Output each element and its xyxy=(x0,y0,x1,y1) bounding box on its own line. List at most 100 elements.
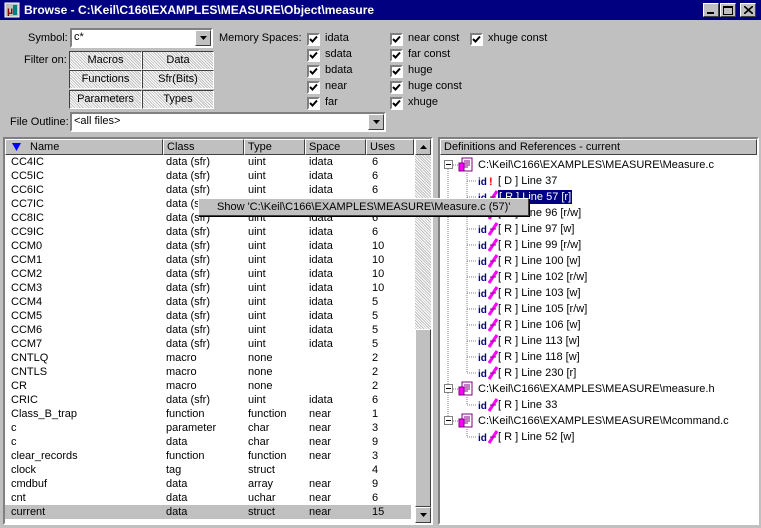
file-outline-dropdown-button[interactable] xyxy=(368,114,384,130)
table-cell: data (sfr) xyxy=(166,170,211,182)
memory-checkbox[interactable] xyxy=(470,33,483,46)
reference-item[interactable]: [ R ] Line 33 xyxy=(498,398,557,412)
memory-checkbox[interactable] xyxy=(307,65,320,78)
reference-item[interactable]: [ D ] Line 37 xyxy=(498,174,557,188)
svg-text:!: ! xyxy=(489,176,493,188)
reference-item[interactable]: [ R ] Line 100 [w] xyxy=(498,254,581,268)
file-outline-combobox[interactable]: <all files> xyxy=(70,112,386,132)
table-row[interactable]: CC9IC data (sfr) uint idata 6 xyxy=(5,225,411,239)
filter-types-button[interactable]: Types xyxy=(142,90,214,109)
table-row[interactable]: CCM4 data (sfr) uint idata 5 xyxy=(5,295,411,309)
memory-checkbox[interactable] xyxy=(390,81,403,94)
collapse-button[interactable] xyxy=(444,384,453,396)
reference-item[interactable]: [ R ] Line 105 [r/w] xyxy=(498,302,587,316)
table-cell: uchar xyxy=(248,492,276,504)
memory-checkbox[interactable] xyxy=(390,33,403,46)
reference-item[interactable]: [ R ] Line 52 [w] xyxy=(498,430,574,444)
table-cell: data (sfr) xyxy=(166,324,211,336)
svg-text:id: id xyxy=(478,369,487,380)
table-cell: CR xyxy=(11,380,27,392)
column-header-name[interactable]: Name xyxy=(5,139,163,155)
minimize-button[interactable] xyxy=(703,3,719,17)
source-file-name[interactable]: C:\Keil\C166\EXAMPLES\MEASURE\Measure.c xyxy=(478,158,714,172)
reference-item[interactable]: [ R ] Line 102 [r/w] xyxy=(498,270,587,284)
svg-text:id: id xyxy=(478,305,487,316)
symbol-list-panel[interactable]: Name Class Type Space Uses CC4IC data (sf… xyxy=(3,137,433,525)
table-row[interactable]: clock tag struct 4 xyxy=(5,463,411,477)
table-row[interactable]: CCM2 data (sfr) uint idata 10 xyxy=(5,267,411,281)
table-row[interactable]: CR macro none 2 xyxy=(5,379,411,393)
table-row[interactable]: current data struct near 15 xyxy=(5,505,411,519)
table-row[interactable]: CCM5 data (sfr) uint idata 5 xyxy=(5,309,411,323)
memory-checkbox[interactable] xyxy=(307,81,320,94)
minus-icon xyxy=(444,160,453,169)
table-row[interactable]: cmdbuf data array near 9 xyxy=(5,477,411,491)
table-cell: idata xyxy=(309,240,333,252)
table-row[interactable]: CC5IC data (sfr) uint idata 6 xyxy=(5,169,411,183)
table-cell: 6 xyxy=(372,170,379,182)
table-row[interactable]: CCM7 data (sfr) uint idata 5 xyxy=(5,337,411,351)
filter-macros-button[interactable]: Macros xyxy=(69,51,142,70)
reference-item[interactable]: [ R ] Line 103 [w] xyxy=(498,286,581,300)
collapse-button[interactable] xyxy=(444,160,453,172)
symbol-list-scrollbar[interactable] xyxy=(415,139,431,523)
column-header-uses[interactable]: Uses xyxy=(366,139,414,155)
table-cell: data xyxy=(166,436,188,448)
memory-option-label: bdata xyxy=(325,64,353,76)
filter-functions-button[interactable]: Functions xyxy=(69,70,142,89)
reference-item[interactable]: [ R ] Line 99 [r/w] xyxy=(498,238,581,252)
table-row[interactable]: clear_records function function near 3 xyxy=(5,449,411,463)
filter-data-button[interactable]: Data xyxy=(142,51,214,70)
memory-checkbox[interactable] xyxy=(307,97,320,110)
scroll-up-button[interactable] xyxy=(415,139,431,155)
reference-item[interactable]: [ R ] Line 113 [w] xyxy=(498,334,580,348)
column-header-type[interactable]: Type xyxy=(244,139,305,155)
table-row[interactable]: CCM1 data (sfr) uint idata 10 xyxy=(5,253,411,267)
collapse-button[interactable] xyxy=(444,416,453,428)
scroll-down-button[interactable] xyxy=(415,507,431,523)
table-cell: data (sfr) xyxy=(166,268,211,280)
table-row[interactable]: CC4IC data (sfr) uint idata 6 xyxy=(5,155,411,169)
column-header-space[interactable]: Space xyxy=(305,139,366,155)
table-cell: 10 xyxy=(372,240,385,252)
table-cell: idata xyxy=(309,338,333,350)
table-row[interactable]: Class_B_trap function function near 1 xyxy=(5,407,411,421)
symbol-combobox[interactable]: c* xyxy=(70,28,213,48)
table-row[interactable]: c parameter char near 3 xyxy=(5,421,411,435)
memory-checkbox[interactable] xyxy=(390,65,403,78)
memory-checkbox[interactable] xyxy=(390,49,403,62)
symbol-dropdown-button[interactable] xyxy=(195,30,211,46)
table-cell: CCM6 xyxy=(11,324,43,336)
title-bar[interactable]: μ Browse - C:\Keil\C166\EXAMPLES\MEASURE… xyxy=(0,0,761,20)
references-panel[interactable]: Definitions and References - current C:\… xyxy=(438,137,759,525)
table-row[interactable]: CNTLQ macro none 2 xyxy=(5,351,411,365)
scrollbar-thumb[interactable] xyxy=(415,329,431,507)
memory-checkbox[interactable] xyxy=(307,49,320,62)
table-row[interactable]: CCM6 data (sfr) uint idata 5 xyxy=(5,323,411,337)
memory-checkbox[interactable] xyxy=(307,33,320,46)
table-row[interactable]: CCM3 data (sfr) uint idata 10 xyxy=(5,281,411,295)
table-row[interactable]: CC6IC data (sfr) uint idata 6 xyxy=(5,183,411,197)
filter-parameters-button[interactable]: Parameters xyxy=(69,90,142,109)
reference-item[interactable]: [ R ] Line 106 [w] xyxy=(498,318,581,332)
table-row[interactable]: CCM0 data (sfr) uint idata 10 xyxy=(5,239,411,253)
filter-sfr-bits-button[interactable]: Sfr(Bits) xyxy=(142,70,214,89)
reference-item[interactable]: [ R ] Line 118 [w] xyxy=(498,350,580,364)
table-row[interactable]: c data char near 9 xyxy=(5,435,411,449)
source-file-name[interactable]: C:\Keil\C166\EXAMPLES\MEASURE\Mcommand.c xyxy=(478,414,729,428)
close-button[interactable] xyxy=(740,3,756,17)
maximize-icon xyxy=(723,5,733,15)
reference-item[interactable]: [ R ] Line 230 [r] xyxy=(498,366,576,380)
table-cell: uint xyxy=(248,226,266,238)
browse-app-icon[interactable]: μ xyxy=(4,2,20,18)
column-header-class[interactable]: Class xyxy=(163,139,244,155)
table-row[interactable]: CRIC data (sfr) uint idata 6 xyxy=(5,393,411,407)
table-cell: idata xyxy=(309,226,333,238)
reference-item[interactable]: [ R ] Line 97 [w] xyxy=(498,222,574,236)
memory-checkbox[interactable] xyxy=(390,97,403,110)
maximize-button[interactable] xyxy=(720,3,736,17)
table-row[interactable]: cnt data uchar near 6 xyxy=(5,491,411,505)
table-cell: idata xyxy=(309,184,333,196)
source-file-name[interactable]: C:\Keil\C166\EXAMPLES\MEASURE\measure.h xyxy=(478,382,715,396)
table-row[interactable]: CNTLS macro none 2 xyxy=(5,365,411,379)
